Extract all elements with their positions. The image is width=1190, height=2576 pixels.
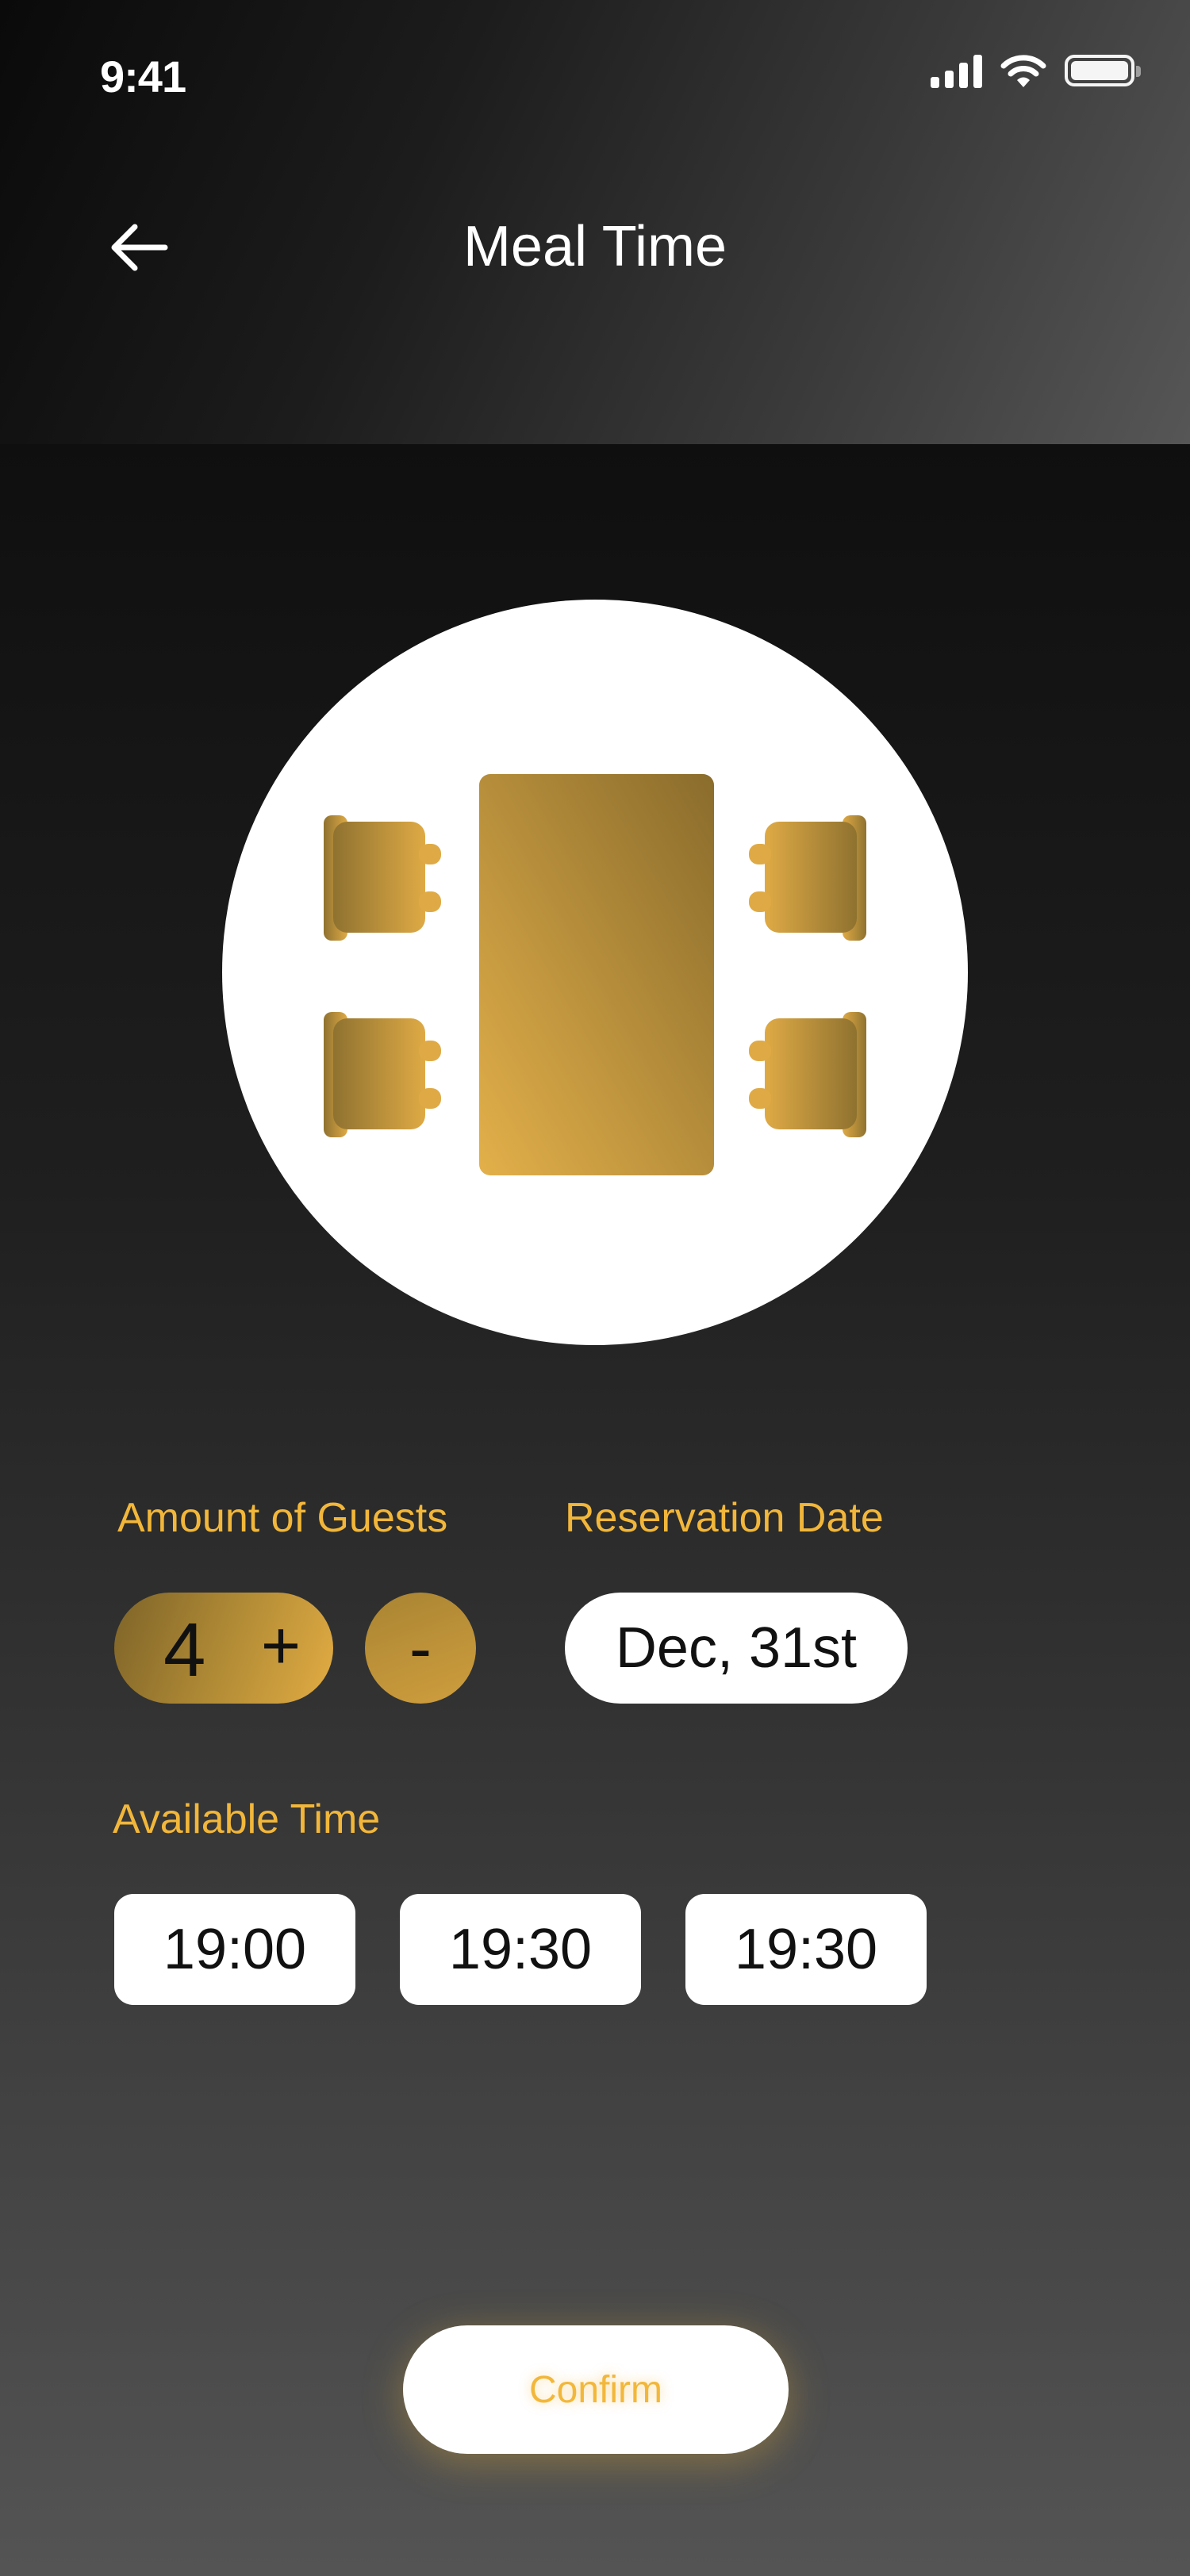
time-slot-button[interactable]: 19:30 — [400, 1894, 641, 2005]
wifi-icon — [1000, 55, 1046, 87]
chair-icon — [324, 815, 441, 941]
time-slot-button[interactable]: 19:00 — [114, 1894, 355, 2005]
decrement-guests-button[interactable]: - — [365, 1593, 476, 1704]
meal-time-screen: 9:41 Meal Time Amount of Guests Reservat… — [0, 0, 1190, 2576]
available-time-label: Available Time — [113, 1796, 381, 1842]
page-title: Meal Time — [463, 215, 727, 278]
status-time: 9:41 — [100, 52, 186, 102]
reservation-date-label: Reservation Date — [565, 1495, 884, 1541]
increment-guests-button[interactable]: + — [241, 1602, 321, 1689]
chair-icon — [749, 815, 866, 941]
status-icons — [931, 52, 1141, 89]
chair-icon — [749, 1012, 866, 1137]
cellular-signal-icon — [931, 53, 982, 88]
battery-icon — [1065, 55, 1141, 86]
time-slot-button[interactable]: 19:30 — [685, 1894, 927, 2005]
header: 9:41 Meal Time — [0, 0, 1190, 444]
confirm-button[interactable]: Confirm — [403, 2325, 789, 2454]
chair-icon — [324, 1012, 441, 1137]
table-top — [479, 774, 714, 1175]
confirm-label: Confirm — [528, 2368, 663, 2411]
reservation-date-button[interactable]: Dec, 31st — [565, 1593, 908, 1704]
guest-count-stepper: 4 + — [114, 1593, 333, 1704]
guest-count-value: 4 — [163, 1608, 206, 1692]
guests-label: Amount of Guests — [117, 1495, 448, 1541]
table-illustration — [222, 600, 968, 1345]
dining-table-icon — [324, 774, 866, 1175]
